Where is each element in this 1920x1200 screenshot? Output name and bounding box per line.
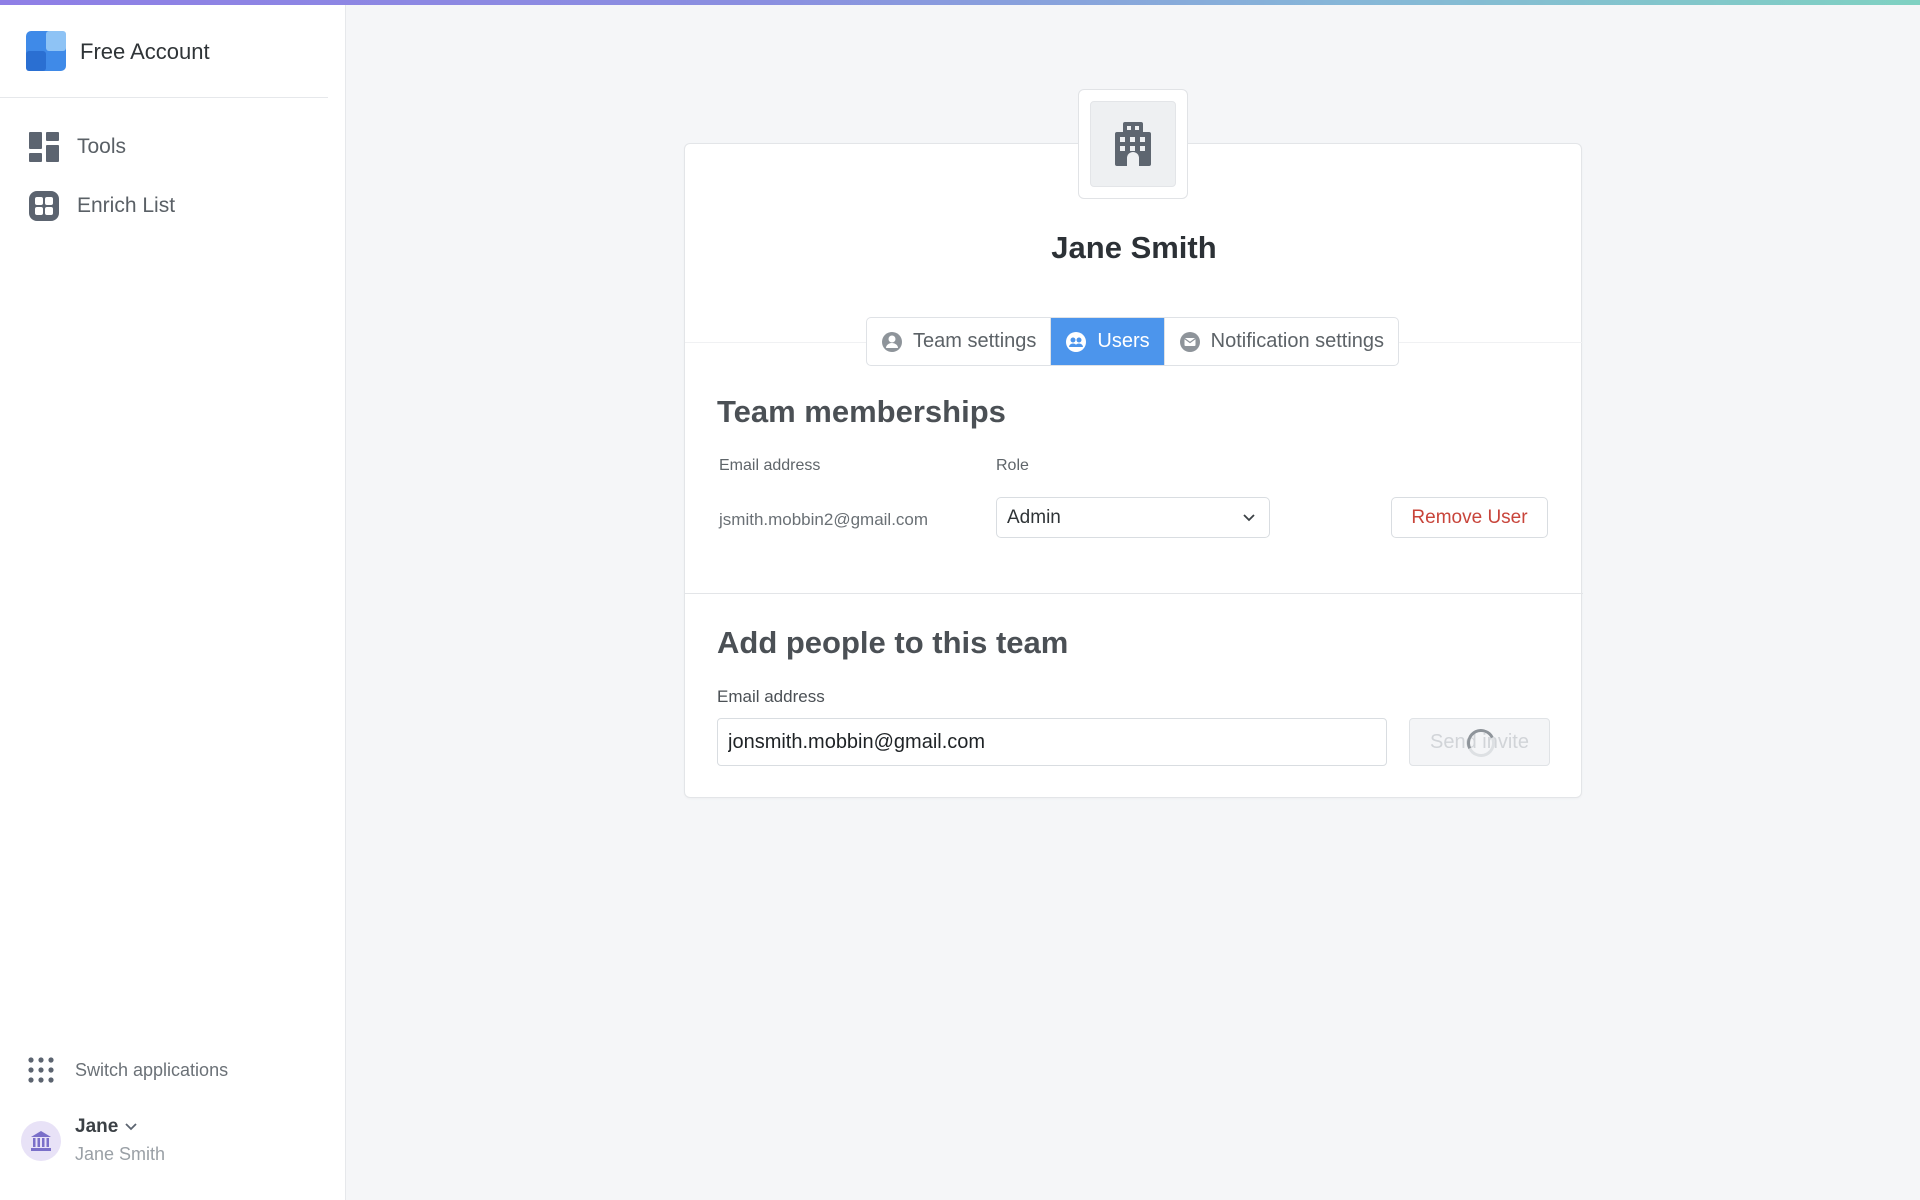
- role-select-value: Admin: [1007, 506, 1061, 528]
- enrich-list-icon: [29, 191, 59, 221]
- grid-tools-icon: [29, 132, 59, 162]
- remove-user-button[interactable]: Remove User: [1391, 497, 1548, 538]
- tab-team-settings[interactable]: Team settings: [867, 318, 1050, 365]
- role-column-header: Role: [996, 457, 1029, 474]
- team-card: Jane Smith Team settings Users Notificat…: [684, 143, 1583, 798]
- building-icon: [1115, 122, 1151, 166]
- user-menu[interactable]: Jane Jane Smith: [0, 1106, 328, 1186]
- users-icon: [1066, 331, 1087, 352]
- invite-email-input[interactable]: [717, 718, 1387, 766]
- sidebar-item-label: Enrich List: [77, 194, 176, 217]
- bank-icon: [31, 1131, 51, 1151]
- invite-email-label: Email address: [717, 687, 825, 706]
- section-divider: [685, 593, 1583, 594]
- switch-applications-button[interactable]: Switch applications: [0, 1045, 328, 1095]
- tab-users[interactable]: Users: [1050, 318, 1164, 365]
- team-memberships-title: Team memberships: [717, 394, 1006, 429]
- tab-label: Notification settings: [1210, 330, 1385, 352]
- app-grid-icon: [28, 1057, 54, 1083]
- send-invite-button[interactable]: Send invite: [1409, 718, 1550, 766]
- email-column-header: Email address: [719, 457, 821, 474]
- avatar: [21, 1121, 61, 1161]
- brand-logo-icon: [26, 31, 66, 71]
- switch-applications-label: Switch applications: [75, 1060, 229, 1080]
- sidebar-item-label: Tools: [77, 135, 127, 158]
- chevron-down-icon: [125, 1123, 137, 1131]
- envelope-icon: [1179, 331, 1200, 352]
- team-avatar[interactable]: [1078, 89, 1188, 199]
- tab-notification-settings[interactable]: Notification settings: [1163, 318, 1398, 365]
- member-email: jsmith.mobbin2@gmail.com: [719, 510, 929, 529]
- tab-label: Users: [1097, 330, 1150, 352]
- sidebar: Free Account Tools Enrich List Switch ap…: [0, 0, 346, 1200]
- tab-label: Team settings: [913, 330, 1037, 352]
- chevron-down-icon: [1243, 514, 1255, 522]
- sidebar-item-tools[interactable]: Tools: [0, 121, 328, 173]
- sidebar-item-enrich-list[interactable]: Enrich List: [0, 180, 328, 232]
- add-people-title: Add people to this team: [717, 625, 1069, 660]
- brand-name: Free Account: [80, 39, 210, 64]
- page-title: Jane Smith: [1051, 230, 1217, 265]
- role-select[interactable]: Admin: [996, 497, 1270, 538]
- brand-header[interactable]: Free Account: [0, 5, 328, 98]
- top-gradient-bar: [0, 0, 1920, 5]
- user-full-name: Jane Smith: [75, 1144, 166, 1164]
- tab-bar: Team settings Users Notification setting…: [866, 317, 1400, 366]
- user-name: Jane: [75, 1116, 119, 1137]
- person-icon: [882, 331, 902, 352]
